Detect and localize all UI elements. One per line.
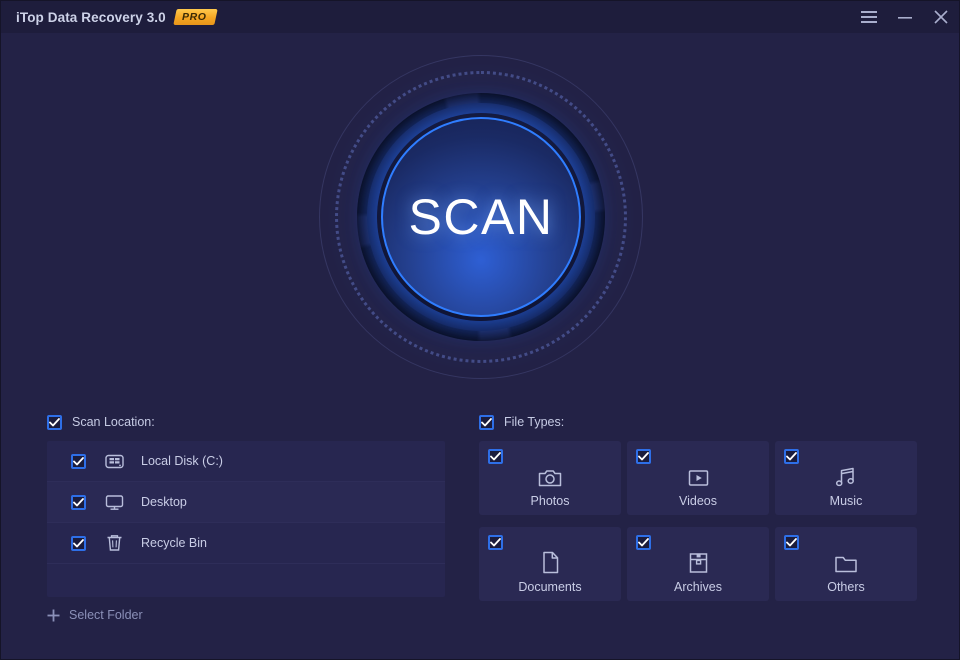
file-type-checkbox-music[interactable] bbox=[784, 449, 799, 464]
file-types-select-all-checkbox[interactable] bbox=[479, 414, 494, 430]
location-row-local-disk[interactable]: Local Disk (C:) bbox=[47, 441, 445, 482]
location-label: Recycle Bin bbox=[141, 536, 207, 550]
monitor-icon bbox=[104, 492, 124, 512]
select-folder-label: Select Folder bbox=[69, 608, 143, 622]
minimize-button[interactable] bbox=[887, 1, 923, 33]
file-type-checkbox-photos[interactable] bbox=[488, 449, 503, 464]
file-type-tile-music[interactable]: Music bbox=[775, 441, 917, 515]
archive-box-icon bbox=[688, 550, 709, 574]
menu-button[interactable] bbox=[851, 1, 887, 33]
app-window: iTop Data Recovery 3.0 PRO SCAN Scan Loc… bbox=[0, 0, 960, 660]
music-note-icon bbox=[835, 464, 857, 488]
hamburger-menu-icon bbox=[861, 11, 877, 23]
scan-dial: SCAN bbox=[316, 52, 646, 382]
file-type-label: Videos bbox=[679, 494, 717, 508]
location-row-recycle-bin[interactable]: Recycle Bin bbox=[47, 523, 445, 564]
plus-icon bbox=[47, 609, 60, 622]
camera-icon bbox=[538, 464, 562, 488]
scan-location-header: Scan Location: bbox=[47, 413, 445, 431]
file-type-tile-videos[interactable]: Videos bbox=[627, 441, 769, 515]
scan-location-list: Local Disk (C:) Desktop Recycle Bin bbox=[47, 441, 445, 597]
location-label: Local Disk (C:) bbox=[141, 454, 223, 468]
file-type-label: Music bbox=[829, 494, 863, 508]
file-type-label: Documents bbox=[518, 580, 582, 594]
file-type-tile-photos[interactable]: Photos bbox=[479, 441, 621, 515]
scan-location-select-all-checkbox[interactable] bbox=[47, 414, 62, 430]
location-checkbox-local-disk[interactable] bbox=[71, 453, 86, 469]
location-checkbox-desktop[interactable] bbox=[71, 494, 86, 510]
trash-icon bbox=[104, 533, 124, 553]
file-type-checkbox-videos[interactable] bbox=[636, 449, 651, 464]
file-type-checkbox-documents[interactable] bbox=[488, 535, 503, 550]
window-controls bbox=[851, 1, 959, 33]
title-bar: iTop Data Recovery 3.0 PRO bbox=[1, 1, 959, 33]
file-type-tile-archives[interactable]: Archives bbox=[627, 527, 769, 601]
file-types-section: File Types: Photos Videos Music Document… bbox=[479, 413, 917, 601]
location-row-desktop[interactable]: Desktop bbox=[47, 482, 445, 523]
select-folder-button[interactable]: Select Folder bbox=[47, 608, 167, 622]
scan-location-title: Scan Location: bbox=[72, 415, 155, 429]
file-type-label: Others bbox=[827, 580, 865, 594]
scan-button[interactable]: SCAN bbox=[381, 117, 581, 317]
document-icon bbox=[541, 550, 560, 574]
location-label: Desktop bbox=[141, 495, 187, 509]
video-icon bbox=[687, 464, 710, 488]
file-types-grid: Photos Videos Music Documents Archives O… bbox=[479, 441, 917, 601]
file-type-tile-others[interactable]: Others bbox=[775, 527, 917, 601]
close-icon bbox=[934, 10, 948, 24]
location-checkbox-recycle-bin[interactable] bbox=[71, 535, 86, 551]
file-type-label: Archives bbox=[674, 580, 722, 594]
close-button[interactable] bbox=[923, 1, 959, 33]
file-type-checkbox-others[interactable] bbox=[784, 535, 799, 550]
pro-badge-label: PRO bbox=[181, 11, 207, 23]
file-type-tile-documents[interactable]: Documents bbox=[479, 527, 621, 601]
scan-location-section: Scan Location: Local Disk (C:) Desktop R… bbox=[47, 413, 445, 622]
file-types-title: File Types: bbox=[504, 415, 565, 429]
scan-button-label: SCAN bbox=[408, 189, 554, 245]
options-area: Scan Location: Local Disk (C:) Desktop R… bbox=[1, 401, 959, 659]
file-types-header: File Types: bbox=[479, 413, 915, 431]
file-type-label: Photos bbox=[530, 494, 570, 508]
minimize-icon bbox=[898, 11, 912, 23]
folder-icon bbox=[834, 550, 858, 574]
file-type-checkbox-archives[interactable] bbox=[636, 535, 651, 550]
hard-disk-icon bbox=[104, 451, 124, 471]
scan-area: SCAN bbox=[1, 33, 959, 401]
app-title: iTop Data Recovery 3.0 bbox=[16, 9, 166, 25]
pro-badge: PRO bbox=[173, 9, 218, 25]
